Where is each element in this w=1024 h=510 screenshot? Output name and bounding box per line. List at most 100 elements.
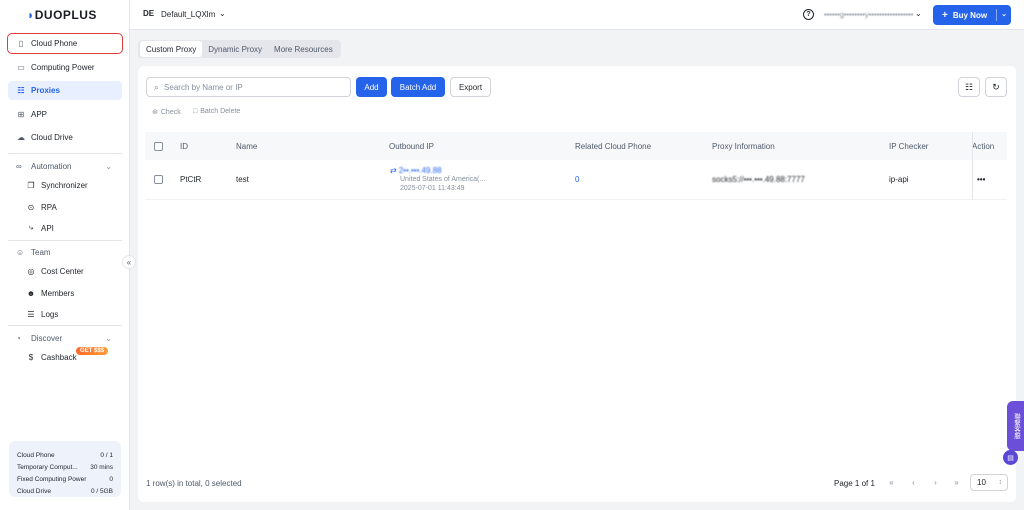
chevron-down-icon[interactable]: ⌄ (1001, 10, 1007, 18)
cell-name: test (236, 175, 249, 184)
outbound-ip-link[interactable]: ⇄ 2••.•••.49.88 (390, 166, 485, 175)
sidebar-item-members[interactable]: ☻ Members (18, 285, 122, 301)
table-row[interactable]: PtCtR test ⇄ 2••.•••.49.88 United States … (145, 160, 1007, 200)
sidebar-item-cloud-drive[interactable]: ☁ Cloud Drive (8, 128, 122, 147)
sidebar-item-proxies[interactable]: ☷ Proxies (8, 81, 122, 100)
sidebar-item-label: Members (41, 288, 75, 298)
team-icon: ☺ (16, 247, 25, 257)
usage-row: Fixed Computing Power 0 (17, 473, 113, 485)
usage-value: 0 / 1 (100, 451, 113, 459)
batch-add-button[interactable]: Batch Add (391, 77, 445, 97)
search-icon: ⌕ (154, 81, 160, 92)
next-page-button[interactable]: › (928, 475, 943, 490)
sidebar-item-label: Computing Power (31, 63, 95, 72)
tab-more-resources[interactable]: More Resources (268, 41, 339, 57)
last-page-button[interactable]: » (949, 475, 964, 490)
promo-badge: GET $$$ (76, 347, 109, 355)
usage-label: Cloud Phone (17, 451, 55, 459)
cell-related-cloud-phone[interactable]: 0 (575, 175, 579, 184)
sidebar-group-team[interactable]: ☺ Team (8, 244, 122, 260)
refresh-button[interactable]: ↻ (985, 77, 1007, 97)
search-box[interactable]: ⌕ (146, 77, 351, 97)
sidebar: ◗DUOPLUS ▯ Cloud Phone ▭ Computing Power… (0, 0, 130, 510)
chevron-down-icon: ⌄ (105, 161, 112, 171)
search-input[interactable] (164, 82, 345, 92)
cell-proxy-information: socks5://•••.•••.49.88:7777 (712, 175, 805, 184)
refresh-icon: ↻ (992, 81, 1000, 92)
sidebar-item-cloud-phone[interactable]: ▯ Cloud Phone (7, 33, 123, 54)
sidebar-item-cost-center[interactable]: ◎ Cost Center (18, 263, 122, 279)
more-actions-button[interactable]: ••• (977, 175, 985, 184)
proxy-list-card: ⌕ Add Batch Add Export ☷ ↻ ⊛ Check □ Bat… (138, 66, 1016, 502)
collapse-sidebar-button[interactable]: « (122, 255, 136, 269)
column-header-related-cloud-phone: Related Cloud Phone (575, 141, 652, 151)
export-button[interactable]: Export (450, 77, 491, 97)
column-header-name: Name (236, 141, 258, 151)
members-icon: ☻ (26, 288, 36, 298)
plus-icon: + (942, 9, 948, 21)
sidebar-divider (8, 153, 122, 154)
logs-icon: ☰ (27, 309, 35, 319)
column-header-outbound-ip: Outbound IP (389, 141, 434, 151)
workspace-badge: DE (143, 9, 155, 18)
group-label: Automation (31, 161, 72, 171)
sidebar-item-app[interactable]: ⊞ APP (8, 105, 122, 124)
ip-location: United States of America(... (400, 176, 486, 183)
dollar-icon: ◎ (27, 266, 35, 276)
select-all-checkbox[interactable] (154, 141, 163, 151)
compass-icon: ◔ (16, 333, 21, 343)
chat-icon[interactable]: ▤ (1003, 450, 1018, 465)
check-action[interactable]: ⊛ Check (152, 108, 181, 117)
selection-summary: 1 row(s) in total, 0 selected (146, 479, 242, 488)
sidebar-item-label: Synchronizer (41, 180, 88, 190)
grid-icon: ⊞ (17, 110, 25, 119)
sidebar-item-logs[interactable]: ☰ Logs (18, 306, 122, 322)
sidebar-item-rpa[interactable]: ⊙ RPA (18, 199, 122, 215)
sidebar-item-computing-power[interactable]: ▭ Computing Power (8, 58, 122, 77)
page-size-select[interactable]: 10 ↕ (970, 474, 1008, 491)
action-column-divider (972, 132, 973, 200)
proxy-table: ID Name Outbound IP Related Cloud Phone … (145, 132, 1007, 200)
cell-outbound-ip: ⇄ 2••.•••.49.88 United States of America(… (390, 166, 485, 193)
group-label: Team (31, 247, 51, 257)
trash-icon: □ (193, 108, 198, 115)
help-icon[interactable]: ? (803, 9, 814, 20)
robot-icon: ⊙ (27, 202, 35, 212)
usage-value: 30 mins (90, 463, 113, 471)
column-header-id: ID (180, 141, 188, 151)
group-label: Discover (31, 333, 63, 343)
sidebar-item-api[interactable]: ⤷ API (18, 220, 122, 236)
batch-delete-action[interactable]: □ Batch Delete (193, 108, 240, 115)
sidebar-item-synchronizer[interactable]: ❐ Synchronizer (18, 177, 122, 193)
sidebar-item-label: APP (31, 110, 48, 119)
sidebar-item-label: Logs (41, 309, 59, 319)
customer-service-tab[interactable]: 聯繫客服 (1007, 401, 1024, 451)
sidebar-group-discover[interactable]: ◔ Discover ⌄ (8, 330, 122, 346)
batch-delete-label: Batch Delete (200, 108, 241, 115)
check-icon: ⊛ (152, 109, 158, 116)
prev-page-button[interactable]: ‹ (906, 475, 921, 490)
first-page-button[interactable]: « (884, 475, 899, 490)
logo[interactable]: ◗DUOPLUS (27, 8, 97, 22)
workspace-selector[interactable]: Default_LQXlm (161, 10, 215, 19)
column-header-proxy-information: Proxy Information (712, 141, 775, 151)
sidebar-group-automation[interactable]: ∞ Automation ⌄ (8, 158, 122, 174)
usage-row: Cloud Phone 0 / 1 (17, 449, 113, 461)
usage-panel: Cloud Phone 0 / 1 Temporary Comput... 30… (9, 441, 121, 497)
refresh-icon[interactable]: ⇄ (390, 166, 397, 175)
row-checkbox[interactable] (154, 175, 163, 184)
chevron-down-icon[interactable]: ⌄ (915, 9, 922, 18)
sidebar-item-label: Cloud Drive (31, 133, 73, 142)
tab-dynamic-proxy[interactable]: Dynamic Proxy (202, 41, 268, 57)
chevron-right-icon: › (934, 478, 937, 487)
add-button[interactable]: Add (356, 77, 387, 97)
logo-mark: ◗ (27, 8, 35, 22)
proxy-icon: ☷ (17, 86, 25, 95)
chevron-down-icon[interactable]: ⌄ (219, 9, 226, 18)
sidebar-item-label: Cloud Phone (31, 39, 78, 48)
account-menu[interactable]: ••••••g••••••••y••••••••••••••••• (824, 10, 913, 19)
tab-custom-proxy[interactable]: Custom Proxy (140, 41, 203, 57)
monitor-icon: ▭ (17, 63, 25, 72)
filter-settings-button[interactable]: ☷ (958, 77, 980, 97)
buy-now-button[interactable]: + Buy Now ⌄ (933, 5, 1011, 25)
